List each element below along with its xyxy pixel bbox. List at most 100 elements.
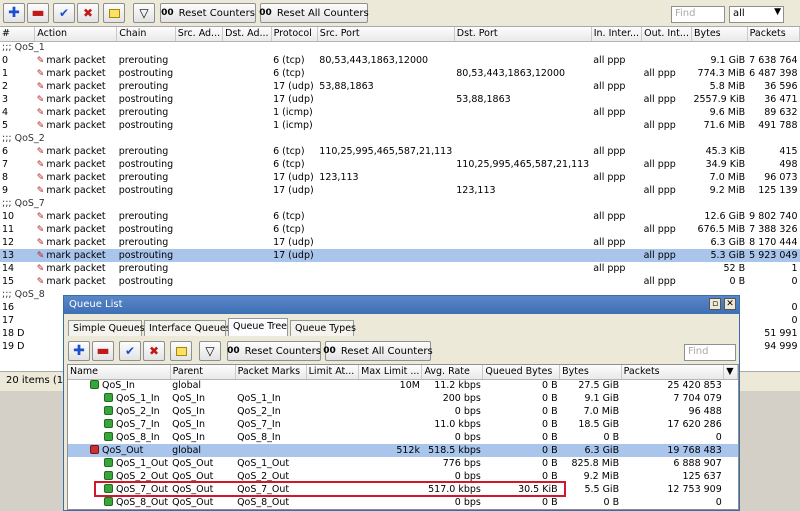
column-header[interactable]: Bytes	[691, 27, 748, 42]
comment-button[interactable]	[103, 3, 125, 23]
queued-bytes-cell: 0 B	[542, 496, 558, 508]
table-row[interactable]: QoS_2_Out QoS_Out QoS_2_Out 0 bps 0 B 9.2 MiB…	[68, 470, 738, 483]
packets-cell: 6 888 907	[673, 457, 722, 469]
column-header[interactable]: Out. Int...	[641, 27, 692, 42]
column-header[interactable]: Src. Port	[317, 27, 455, 42]
queue-find-input[interactable]: Find	[684, 344, 736, 361]
group-comment-row[interactable]: ;;; QoS_1	[0, 41, 800, 54]
group-comment-row[interactable]: ;;; QoS_7	[0, 197, 800, 210]
spacer-cell	[724, 470, 738, 483]
find-input[interactable]: Find	[671, 6, 725, 23]
column-header[interactable]: Max Limit ...	[358, 365, 423, 380]
table-row[interactable]: QoS_8_Out QoS_Out QoS_8_Out 0 bps 0 B0 B0	[68, 496, 738, 509]
filter-select[interactable]: all ▼	[729, 6, 784, 23]
in-interface-cell: all ppp	[593, 171, 626, 183]
reset-all-counters-button[interactable]: 00 Reset All Counters	[259, 3, 369, 23]
column-header[interactable]: Packets	[747, 27, 800, 42]
remove-button[interactable]: ▬	[27, 3, 49, 23]
columns-dropdown-icon[interactable]: ▼	[723, 365, 738, 380]
table-row[interactable]: 8 ✎ mark packet prerouting 17 (udp) 123,113 al…	[0, 171, 800, 184]
queue-filter-button[interactable]: ▽	[199, 341, 221, 361]
reset-counters-button[interactable]: 00 Reset Counters	[160, 3, 256, 23]
queue-disable-button[interactable]: ✖	[143, 341, 165, 361]
limit-at-cell	[306, 379, 359, 392]
column-header[interactable]: Limit At...	[306, 365, 360, 380]
parent-cell: QoS_In	[172, 418, 205, 430]
queue-reset-counters-button[interactable]: 00 Reset Counters	[227, 341, 321, 361]
table-row[interactable]: QoS_8_In QoS_In QoS_8_In 0 bps 0 B0 B0	[68, 431, 738, 444]
queue-remove-button[interactable]: ▬	[92, 341, 114, 361]
spacer-cell	[724, 483, 738, 496]
group-comment-row[interactable]: ;;; QoS_2	[0, 132, 800, 145]
column-header[interactable]: Src. Ad...	[175, 27, 224, 42]
table-row[interactable]: 15 ✎ mark packet postrouting all ppp 0 B 0	[0, 275, 800, 288]
dst-address-cell	[223, 93, 271, 106]
table-row[interactable]: 11 ✎ mark packet postrouting 6 (tcp) all ppp 6…	[0, 223, 800, 236]
bytes-cell: 34.9 KiB	[705, 158, 746, 170]
queue-enable-button[interactable]: ✔	[119, 341, 141, 361]
column-header[interactable]: Chain	[116, 27, 176, 42]
tab-simple-queues[interactable]: Simple Queues	[68, 320, 145, 336]
table-row[interactable]: QoS_7_In QoS_In QoS_7_In 11.0 kbps 0 B 18.5 G…	[68, 418, 738, 431]
column-header[interactable]: Packet Marks	[235, 365, 307, 380]
dst-port-cell: 123,113	[456, 184, 496, 196]
maximize-icon[interactable]: ▫	[709, 298, 721, 310]
column-header[interactable]: Dst. Ad...	[222, 27, 272, 42]
table-row[interactable]: QoS_2_In QoS_In QoS_2_In 0 bps 0 B 7.0 MiB 96 …	[68, 405, 738, 418]
src-address-cell	[175, 158, 222, 171]
in-interface-cell	[591, 158, 641, 171]
table-row[interactable]: 12 ✎ mark packet prerouting 17 (udp) all ppp 6…	[0, 236, 800, 249]
packets-cell: 0	[791, 301, 798, 313]
table-row[interactable]: 9 ✎ mark packet postrouting 17 (udp) 123,113 a…	[0, 184, 800, 197]
column-header[interactable]: Action	[34, 27, 118, 42]
add-button[interactable]: ✚	[3, 3, 25, 23]
table-row[interactable]: 14 ✎ mark packet prerouting all ppp 52 B 1	[0, 262, 800, 275]
table-row[interactable]: 2 ✎ mark packet prerouting 17 (udp) 53,88,186…	[0, 80, 800, 93]
tab-queue-types[interactable]: Queue Types	[290, 320, 356, 336]
disable-button[interactable]: ✖	[77, 3, 99, 23]
column-header[interactable]: Queued Bytes	[482, 365, 561, 380]
window-titlebar[interactable]: Queue List ▫ ✕	[64, 296, 739, 314]
table-row[interactable]: 4 ✎ mark packet prerouting 1 (icmp) all ppp 9.…	[0, 106, 800, 119]
column-header[interactable]: Bytes	[559, 365, 622, 380]
column-header[interactable]: Dst. Port	[454, 27, 592, 42]
main-toolbar: ✚ ▬ ✔ ✖ ▽ 00 Reset Counters 00 Reset All C…	[0, 0, 800, 27]
column-header[interactable]: Name	[68, 365, 171, 380]
column-header[interactable]: #	[0, 27, 36, 42]
queue-add-button[interactable]: ✚	[68, 341, 90, 361]
queue-list-window: Queue List ▫ ✕ Simple Queues Interface Q…	[63, 295, 740, 511]
table-row[interactable]: QoS_Out global 512k 518.5 kbps 0 B 6.3 GiB 19 …	[68, 444, 738, 457]
table-row[interactable]: 3 ✎ mark packet postrouting 17 (udp) 53,88,18…	[0, 93, 800, 106]
table-row[interactable]: QoS_7_Out QoS_Out QoS_7_Out 517.0 kbps 30.5 …	[68, 483, 738, 496]
column-header[interactable]: Protocol	[271, 27, 318, 42]
column-header[interactable]: Avg. Rate	[421, 365, 484, 380]
queue-comment-button[interactable]	[170, 341, 192, 361]
enable-button[interactable]: ✔	[53, 3, 75, 23]
table-row[interactable]: QoS_1_Out QoS_Out QoS_1_Out 776 bps 0 B 825.8…	[68, 457, 738, 470]
table-row[interactable]: 1 ✎ mark packet postrouting 6 (tcp) 80,53,443…	[0, 67, 800, 80]
bytes-cell: 7.0 MiB	[583, 405, 620, 417]
filter-button[interactable]: ▽	[133, 3, 155, 23]
in-interface-cell: all ppp	[593, 236, 626, 248]
table-row[interactable]: 5 ✎ mark packet postrouting 1 (icmp) all ppp 7…	[0, 119, 800, 132]
close-icon[interactable]: ✕	[724, 298, 736, 310]
tab-queue-tree[interactable]: Queue Tree	[228, 318, 288, 336]
column-header[interactable]: Packets	[621, 365, 725, 380]
table-row[interactable]: 7 ✎ mark packet postrouting 6 (tcp) 110,25,99…	[0, 158, 800, 171]
table-row[interactable]: 6 ✎ mark packet prerouting 6 (tcp) 110,25,995…	[0, 145, 800, 158]
table-row[interactable]: QoS_1_In QoS_In QoS_1_In 200 bps 0 B 9.1 GiB 7…	[68, 392, 738, 405]
action-cell: ✎ mark packet	[36, 80, 106, 92]
table-row[interactable]: 13 ✎ mark packet postrouting 17 (udp) all ppp…	[0, 249, 800, 262]
avg-rate-cell: 200 bps	[442, 392, 481, 404]
column-header[interactable]: Parent	[170, 365, 236, 380]
tab-interface-queues[interactable]: Interface Queues	[144, 320, 231, 336]
packets-cell: 36 471	[764, 93, 798, 105]
column-header[interactable]: In. Inter...	[591, 27, 643, 42]
queue-name-cell: QoS_2_In	[68, 405, 170, 418]
queue-reset-all-counters-button[interactable]: 00 Reset All Counters	[323, 341, 433, 361]
action-cell: ✎ mark packet	[36, 236, 106, 248]
table-row[interactable]: 10 ✎ mark packet prerouting 6 (tcp) all ppp 12…	[0, 210, 800, 223]
limit-at-cell	[306, 496, 359, 509]
table-row[interactable]: 0 ✎ mark packet prerouting 6 (tcp) 80,53,443,…	[0, 54, 800, 67]
table-row[interactable]: QoS_In global 10M 11.2 kbps 0 B 27.5 GiB 25 42…	[68, 379, 738, 392]
